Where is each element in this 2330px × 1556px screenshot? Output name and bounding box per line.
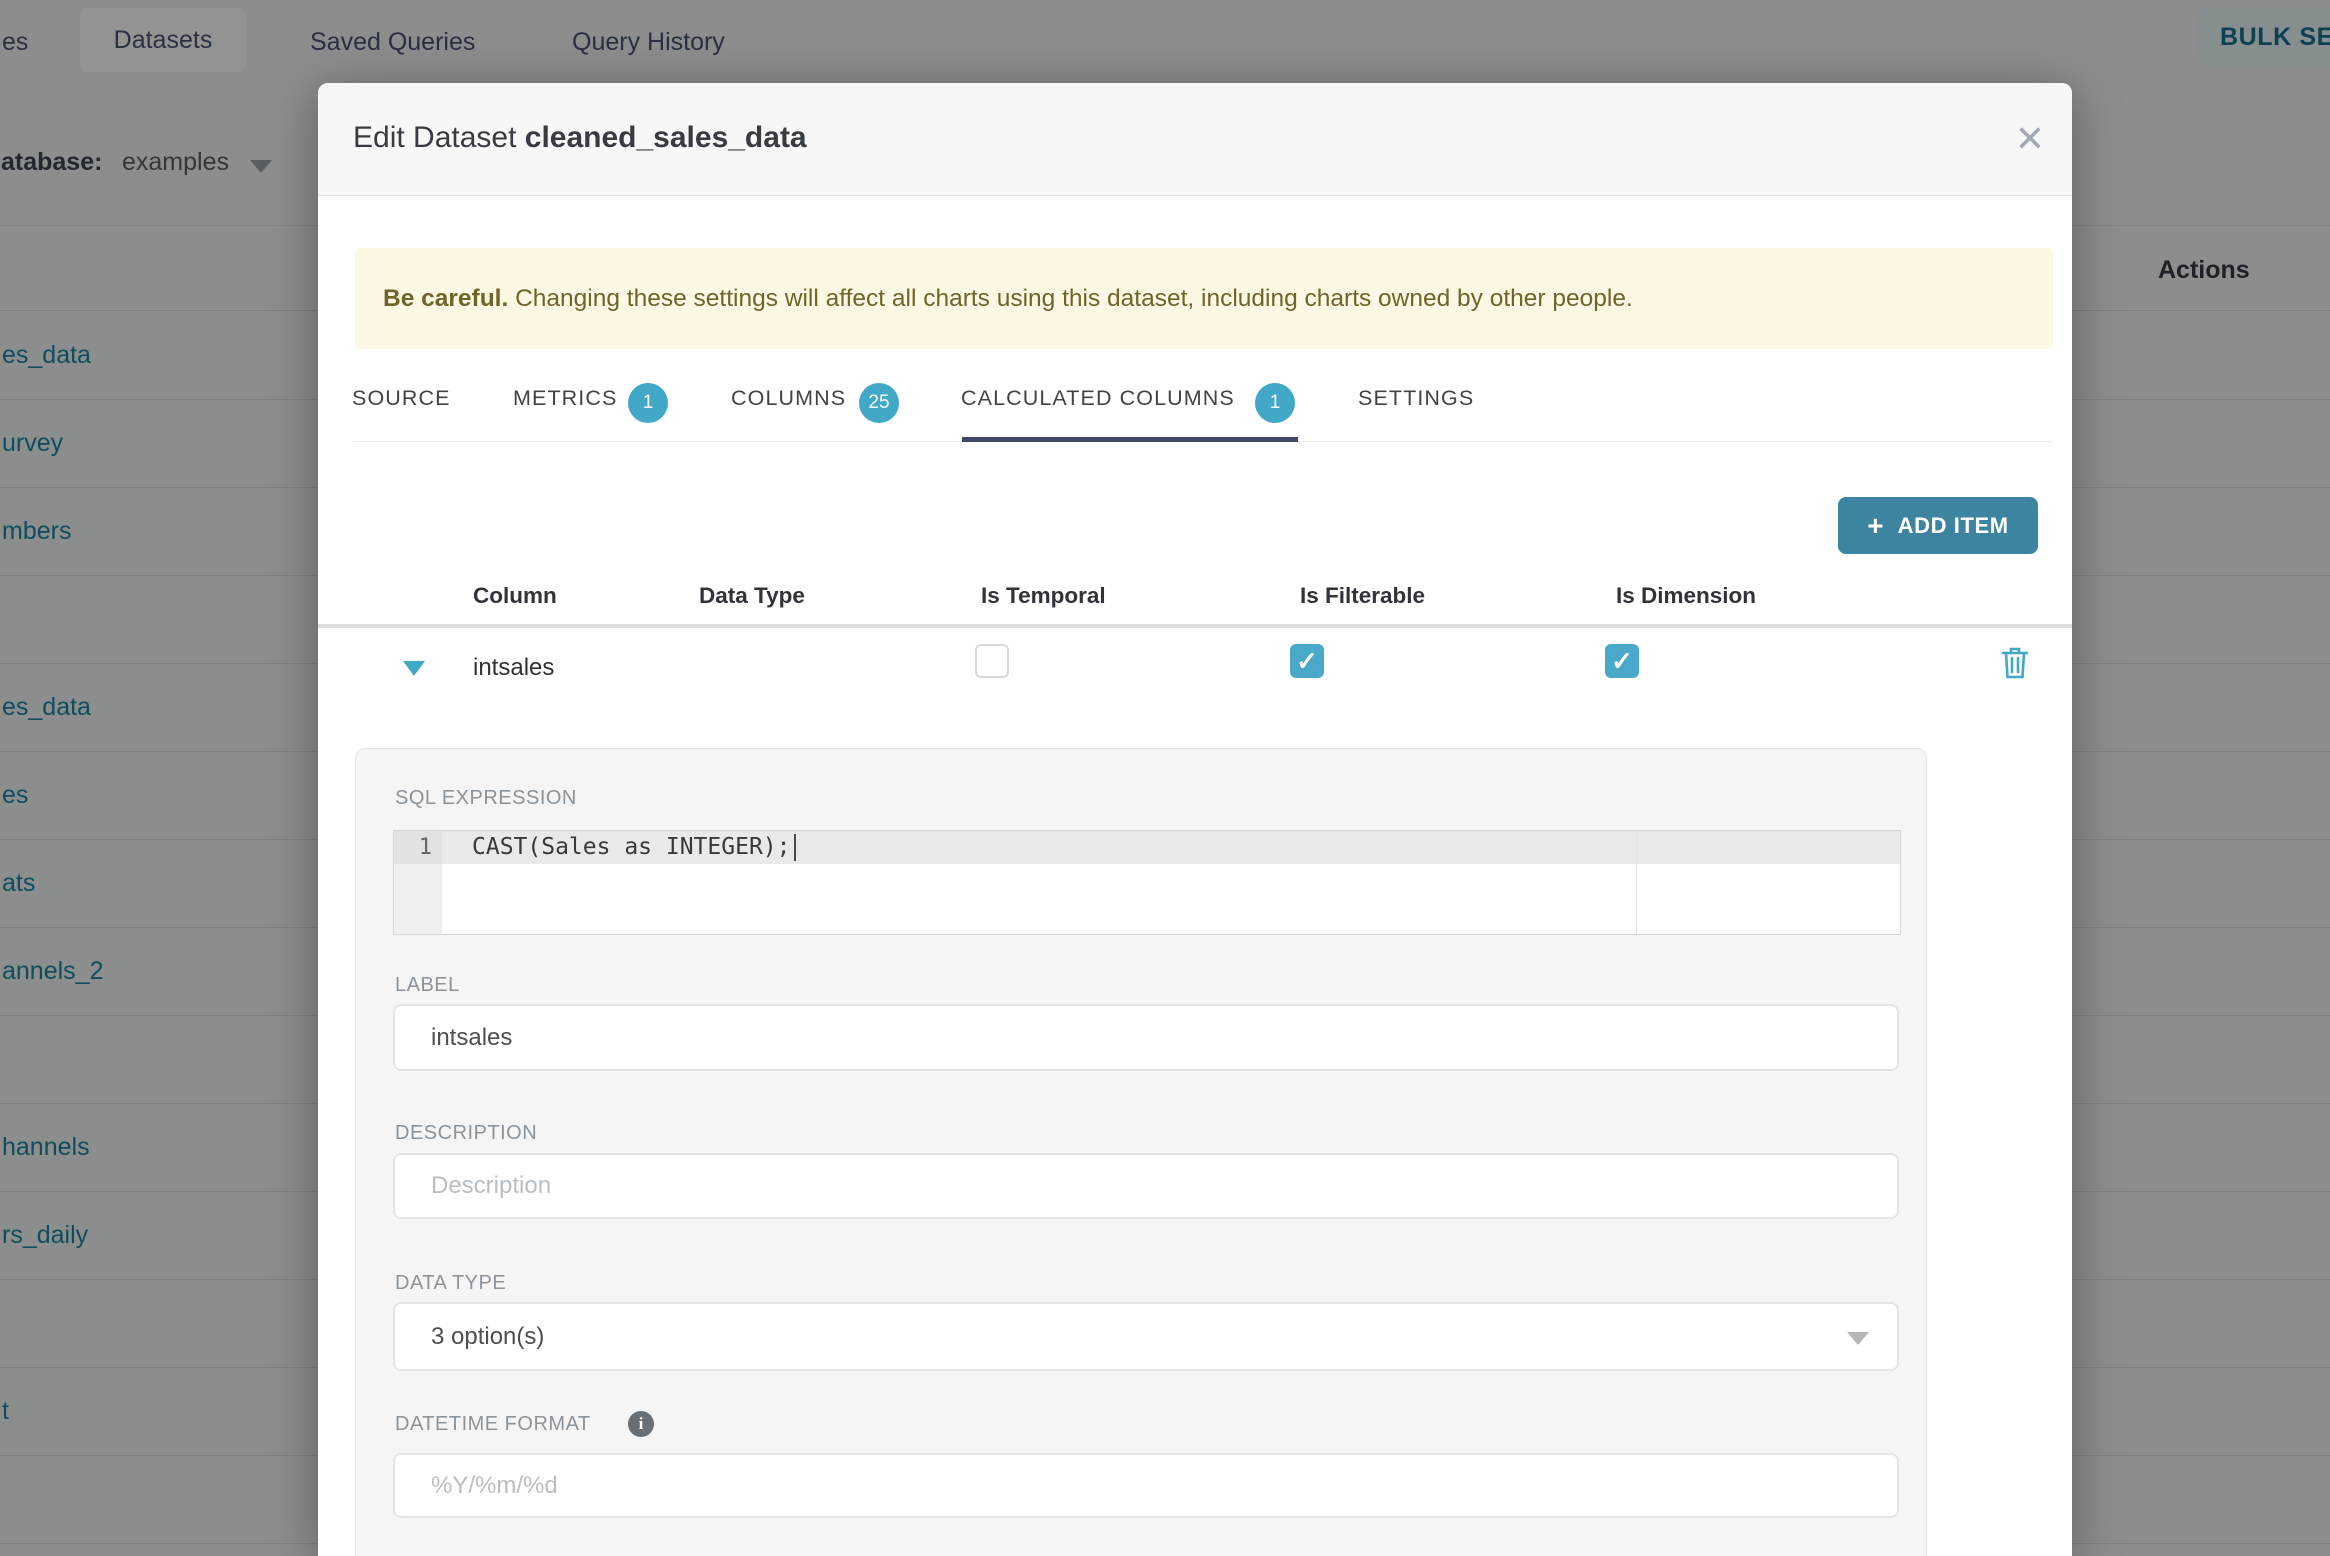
warning-rest: Changing these settings will affect all … (508, 284, 1633, 312)
modal-title-dataset-name: cleaned_sales_data (524, 121, 807, 154)
caret-down-icon[interactable] (403, 661, 425, 676)
columns-count-badge: 25 (859, 383, 899, 423)
is-filterable-checkbox[interactable] (1290, 644, 1324, 678)
warning-banner-text: Be careful. Changing these settings will… (355, 285, 1633, 313)
active-tab-underline (962, 437, 1298, 442)
tab-source[interactable]: SOURCE (352, 386, 451, 411)
text-cursor (794, 834, 796, 861)
data-type-value: 3 option(s) (431, 1322, 545, 1350)
tab-columns[interactable]: COLUMNS (731, 386, 846, 411)
add-item-label: ADD ITEM (1897, 512, 2009, 538)
warning-bold: Be careful. (383, 284, 509, 312)
trash-icon[interactable] (2000, 646, 2030, 680)
warning-banner: Be careful. Changing these settings will… (355, 248, 2053, 349)
info-icon[interactable]: i (628, 1411, 654, 1437)
sql-expression-code: CAST(Sales as INTEGER); (472, 834, 791, 860)
column-header-data-type: Data Type (699, 583, 805, 608)
column-header-is-dimension: Is Dimension (1616, 583, 1757, 608)
plus-icon: + (1867, 509, 1884, 541)
columns-table-header-divider (318, 624, 2072, 628)
label-input[interactable] (393, 1004, 1899, 1071)
add-item-button[interactable]: + ADD ITEM (1838, 497, 2038, 554)
calculated-columns-count-badge: 1 (1255, 383, 1295, 423)
calculated-column-name: intsales (473, 654, 555, 681)
column-header-is-temporal: Is Temporal (981, 583, 1106, 608)
column-header-is-filterable: Is Filterable (1300, 583, 1426, 608)
metrics-count-badge: 1 (628, 383, 668, 423)
modal-title: Edit Dataset cleaned_sales_data (353, 121, 807, 155)
datetime-format-input[interactable] (393, 1453, 1899, 1518)
modal-header: Edit Dataset cleaned_sales_data ✕ (318, 83, 2072, 196)
data-type-field-label: DATA TYPE (395, 1272, 507, 1294)
editor-line-number: 1 (394, 831, 442, 864)
tab-calculated-columns[interactable]: CALCULATED COLUMNS (961, 386, 1235, 411)
modal-title-prefix: Edit Dataset (353, 121, 525, 154)
close-icon[interactable]: ✕ (2006, 115, 2054, 163)
is-temporal-checkbox[interactable] (975, 644, 1009, 678)
description-input[interactable] (393, 1153, 1899, 1219)
calculated-column-editor-panel: SQL EXPRESSION 1 CAST(Sales as INTEGER);… (355, 748, 1927, 1556)
is-dimension-checkbox[interactable] (1605, 644, 1639, 678)
data-type-select[interactable]: 3 option(s) (393, 1302, 1899, 1371)
sql-expression-label: SQL EXPRESSION (395, 787, 577, 809)
tab-settings[interactable]: SETTINGS (1358, 386, 1474, 411)
label-field-label: LABEL (395, 974, 460, 996)
screen: es Datasets Saved Queries Query History … (0, 0, 2330, 1556)
tab-metrics[interactable]: METRICS (513, 386, 617, 411)
description-field-label: DESCRIPTION (395, 1122, 538, 1144)
datetime-format-field-label: DATETIME FORMAT (395, 1413, 591, 1435)
edit-dataset-modal: Edit Dataset cleaned_sales_data ✕ Be car… (318, 83, 2072, 1556)
sql-expression-editor[interactable]: 1 CAST(Sales as INTEGER); (393, 830, 1901, 935)
select-caret-icon[interactable] (1847, 1332, 1869, 1345)
editor-print-margin (1636, 831, 1637, 934)
column-header-column: Column (473, 583, 557, 608)
